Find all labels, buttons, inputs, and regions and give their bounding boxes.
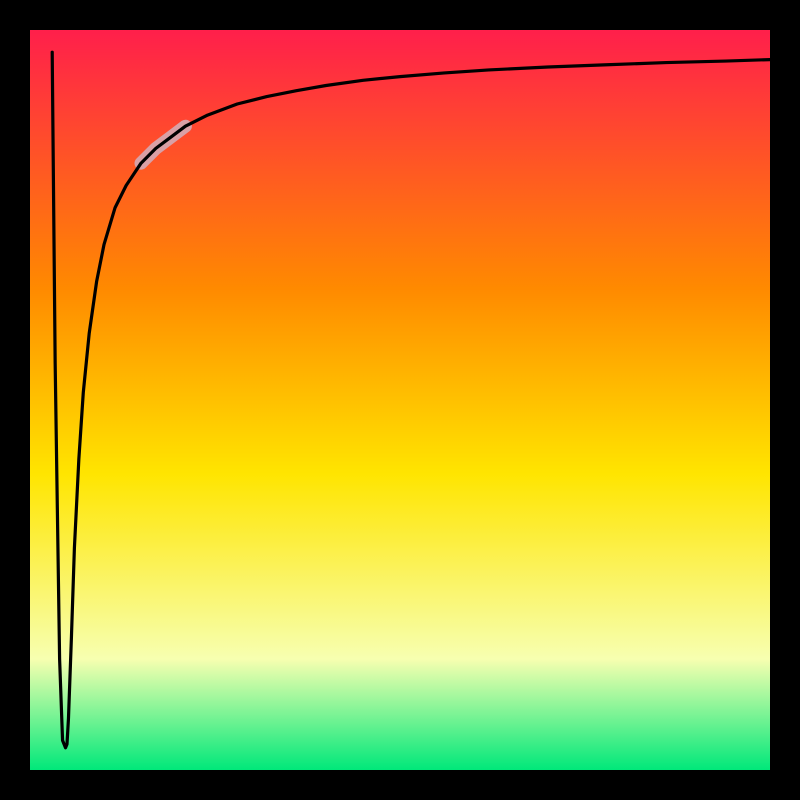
plot-svg [0, 0, 800, 800]
chart-container: TheBottleneck.com [0, 0, 800, 800]
plot-gradient-background [30, 30, 770, 770]
